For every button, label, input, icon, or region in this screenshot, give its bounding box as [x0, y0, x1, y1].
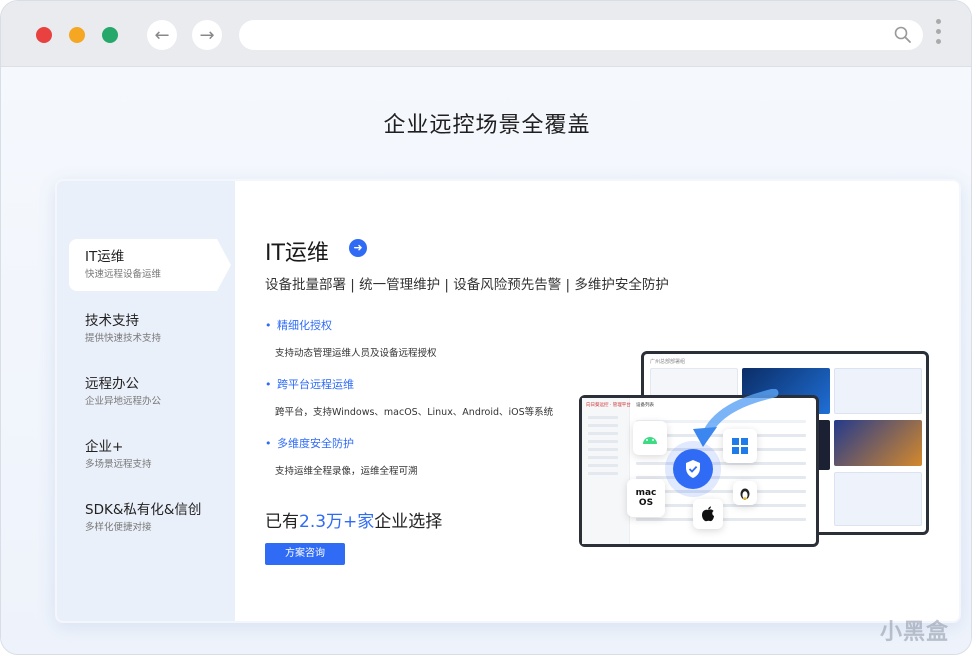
mac-label: mac OS [635, 488, 657, 508]
stat-prefix: 已有 [265, 512, 299, 532]
sidebar-item-it-ops[interactable]: IT运维 快速远程设备运维 [69, 239, 231, 291]
feature-title: 多维度安全防护 [265, 437, 565, 451]
customer-stat: 已有2.3万+家企业选择 [265, 507, 442, 532]
front-window-title: 设备列表 [636, 403, 654, 408]
forward-arrow-icon: → [199, 24, 215, 46]
scenario-detail: IT运维 ➜ 设备批量部署 | 统一管理维护 | 设备风险预先告警 | 多维护安… [235, 181, 959, 621]
sidebar-item-title: SDK&私有化&信创 [85, 502, 202, 518]
minimize-window-button[interactable] [69, 27, 85, 43]
search-icon[interactable] [893, 25, 913, 45]
scenario-sidebar: IT运维 快速远程设备运维 技术支持 提供快速技术支持 远程办公 企业异地远程办… [57, 181, 235, 621]
android-icon [633, 421, 667, 455]
browser-toolbar: ← → [1, 1, 971, 67]
sidebar-item-tech-support[interactable]: 技术支持 提供快速技术支持 [69, 303, 217, 355]
stat-highlight: 2.3万+家 [299, 512, 375, 532]
feature-desc: 支持动态管理运维人员及设备远程授权 [275, 348, 437, 359]
detail-subtitle: 设备批量部署 | 统一管理维护 | 设备风险预先告警 | 多维护安全防护 [265, 277, 669, 293]
browser-window: ← → 企业远控场景全覆盖 IT运维 快速远程设备运维 技术支持 提供快速技术支… [0, 0, 972, 655]
feature-title: 跨平台远程运维 [265, 378, 565, 392]
address-bar[interactable] [239, 20, 923, 50]
close-window-button[interactable] [36, 27, 52, 43]
sidebar-item-subtitle: 快速远程设备运维 [85, 269, 162, 280]
page-title: 企业远控场景全覆盖 [383, 113, 591, 138]
feature-desc: 支持运维全程录像，运维全程可溯 [275, 466, 418, 477]
sidebar-item-subtitle: 多场景远程支持 [85, 459, 152, 470]
sidebar-item-subtitle: 多样化便捷对接 [85, 522, 152, 533]
windows-icon [723, 429, 757, 463]
apple-icon [693, 499, 723, 529]
more-menu-icon[interactable] [936, 19, 942, 51]
feature-item: 跨平台远程运维 跨平台，支持Windows、macOS、Linux、Androi… [265, 378, 565, 418]
app-label: 向日葵远控 · 管理平台 [586, 403, 631, 408]
sidebar-item-remote-office[interactable]: 远程办公 企业异地远程办公 [69, 366, 217, 418]
security-shield-icon [673, 449, 713, 489]
sidebar-item-title: 企业+ [85, 439, 124, 455]
back-arrow-icon: ← [154, 24, 170, 46]
forward-button[interactable]: → [192, 20, 222, 50]
back-window-title: 广州总部部署组 [650, 359, 686, 365]
sidebar-item-enterprise-plus[interactable]: 企业+ 多场景远程支持 [69, 429, 217, 481]
feature-item: 多维度安全防护 支持运维全程录像，运维全程可溯 [265, 437, 565, 477]
sidebar-item-subtitle: 企业异地远程办公 [85, 396, 162, 407]
sidebar-item-title: IT运维 [85, 249, 125, 265]
watermark-text: 小黑盒 [879, 620, 949, 645]
arrow-right-icon[interactable]: ➜ [349, 239, 367, 257]
consult-button[interactable]: 方案咨询 [265, 543, 345, 565]
feature-item: 精细化授权 支持动态管理运维人员及设备远程授权 [265, 319, 565, 359]
maximize-window-button[interactable] [102, 27, 118, 43]
linux-icon [733, 481, 757, 505]
stat-suffix: 企业选择 [374, 512, 443, 532]
feature-title: 精细化授权 [265, 319, 565, 333]
sidebar-item-sdk[interactable]: SDK&私有化&信创 多样化便捷对接 [69, 492, 217, 544]
sidebar-item-title: 远程办公 [85, 376, 139, 392]
sidebar-item-subtitle: 提供快速技术支持 [85, 333, 162, 344]
watermark-logo: 小黑盒 [880, 614, 949, 646]
sidebar-item-title: 技术支持 [85, 313, 139, 329]
page-content: 企业远控场景全覆盖 IT运维 快速远程设备运维 技术支持 提供快速技术支持 远程… [1, 67, 971, 654]
detail-title: IT运维 [265, 241, 329, 266]
macos-icon: mac OS [627, 479, 665, 517]
feature-desc: 跨平台，支持Windows、macOS、Linux、Android、iOS等系统 [275, 407, 554, 418]
back-button[interactable]: ← [147, 20, 177, 50]
scenario-card: IT运维 快速远程设备运维 技术支持 提供快速技术支持 远程办公 企业异地远程办… [55, 179, 961, 623]
